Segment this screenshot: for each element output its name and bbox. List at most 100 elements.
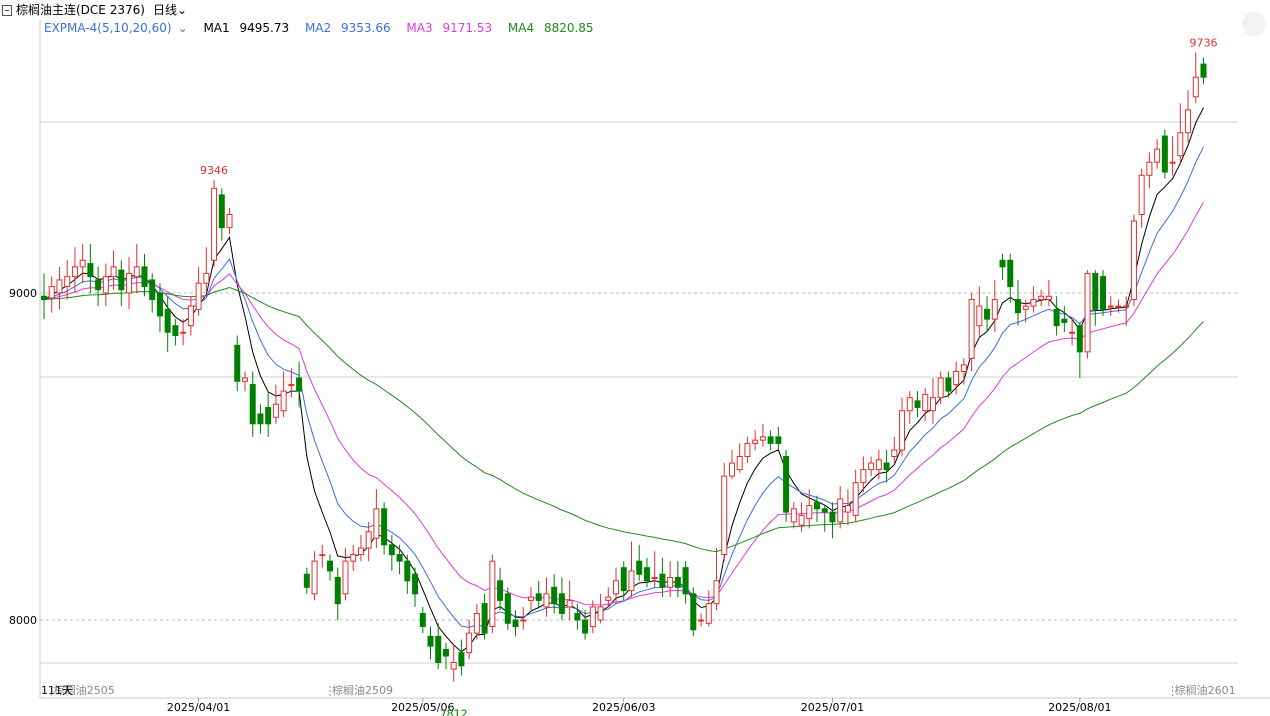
candle-body: [535, 593, 542, 601]
candle-body: [497, 580, 504, 601]
candlestick-chart[interactable]: 900080002025/04/01 2025/05/06 2025/06/03 20…: [0, 0, 1270, 716]
candle-body: [674, 576, 681, 588]
candle-body: [71, 266, 78, 278]
candle-body: [744, 442, 751, 458]
candle-body: [280, 390, 287, 412]
candle-body: [450, 662, 457, 670]
candle-body: [922, 393, 929, 412]
candle-body: [860, 469, 867, 484]
candle-body: [110, 266, 117, 278]
candle-body: [821, 508, 828, 513]
contract-label: 棕榈油2601: [1175, 683, 1236, 697]
candle-body: [133, 266, 140, 278]
candle-body: [636, 560, 643, 575]
candle-body: [203, 272, 210, 284]
candle-body: [1115, 305, 1122, 308]
candle-body: [427, 635, 434, 647]
candle-body: [991, 299, 998, 320]
candle-body: [473, 612, 480, 634]
candle-body: [1061, 318, 1068, 323]
candle-body: [373, 508, 380, 539]
candle-body: [1107, 305, 1114, 308]
price-annotation: 7812: [440, 707, 468, 716]
y-tick-label: 8000: [9, 614, 37, 627]
candle-body: [929, 397, 936, 412]
candle-body: [442, 648, 449, 657]
candle-body: [404, 560, 411, 582]
candle-body: [435, 635, 442, 664]
candle-body: [891, 449, 898, 457]
candle-body: [1069, 331, 1076, 334]
candle-body: [945, 377, 952, 392]
candle-body: [1053, 308, 1060, 327]
candle-body: [605, 596, 612, 601]
candle-body: [953, 370, 960, 386]
candle-body: [1146, 161, 1153, 176]
candle-body: [543, 593, 550, 608]
x-tick-label: 2025/04/01: [167, 701, 230, 714]
candle-body: [481, 603, 488, 634]
candle-body: [156, 292, 163, 317]
candle-body: [319, 554, 326, 557]
candle-body: [334, 576, 341, 605]
candle-body: [381, 508, 388, 546]
candle-body: [1014, 299, 1021, 314]
candle-body: [48, 285, 55, 299]
candle-body: [87, 263, 94, 278]
candle-body: [257, 413, 264, 425]
candle-body: [1038, 295, 1045, 301]
candle-body: [249, 384, 256, 425]
candle-body: [342, 560, 349, 595]
candle-body: [1154, 148, 1161, 163]
candle-body: [736, 456, 743, 471]
candle-body: [118, 269, 125, 291]
candle-body: [79, 259, 86, 268]
candle-body: [172, 325, 179, 337]
candle-body: [790, 508, 797, 523]
candle-body: [1200, 63, 1207, 78]
candle-body: [149, 279, 156, 301]
candle-body: [234, 344, 241, 382]
candle-body: [690, 593, 697, 631]
candle-body: [620, 567, 627, 592]
candle-body: [868, 462, 875, 471]
candle-body: [1161, 135, 1168, 173]
candle-body: [968, 299, 975, 359]
candle-body: [937, 377, 944, 399]
candle-body: [1169, 161, 1176, 164]
price-annotation: 9736: [1190, 36, 1218, 49]
candle-body: [914, 400, 921, 408]
candle-body: [899, 410, 906, 451]
candle-body: [960, 364, 967, 372]
candle-body: [875, 459, 882, 471]
candle-body: [682, 567, 689, 595]
candle-body: [1177, 132, 1184, 157]
candle-body: [357, 547, 364, 556]
candle-body: [396, 554, 403, 562]
x-tick-label: 2025/06/03: [592, 701, 655, 714]
candle-body: [798, 514, 805, 526]
candle-body: [643, 567, 650, 582]
candle-body: [1185, 109, 1192, 134]
candle-body: [698, 619, 705, 622]
candle-body: [1092, 272, 1099, 310]
candle-body: [1030, 299, 1037, 307]
candle-body: [388, 544, 395, 556]
candle-body: [56, 279, 63, 294]
ma4-line: [43, 286, 1204, 553]
candle-body: [767, 436, 774, 444]
ma2-line: [43, 146, 1204, 628]
candle-body: [814, 501, 820, 510]
candle-body: [775, 436, 782, 444]
candle-body: [659, 573, 666, 588]
candle-body: [759, 436, 766, 441]
candle-body: [195, 282, 202, 310]
candle-body: [721, 475, 728, 556]
candle-body: [303, 573, 310, 588]
candle-body: [783, 456, 790, 513]
x-tick-label: 2025/08/01: [1048, 701, 1111, 714]
candle-body: [728, 462, 735, 477]
candle-body: [102, 276, 109, 294]
candle-body: [1022, 305, 1029, 310]
candle-body: [311, 560, 318, 595]
